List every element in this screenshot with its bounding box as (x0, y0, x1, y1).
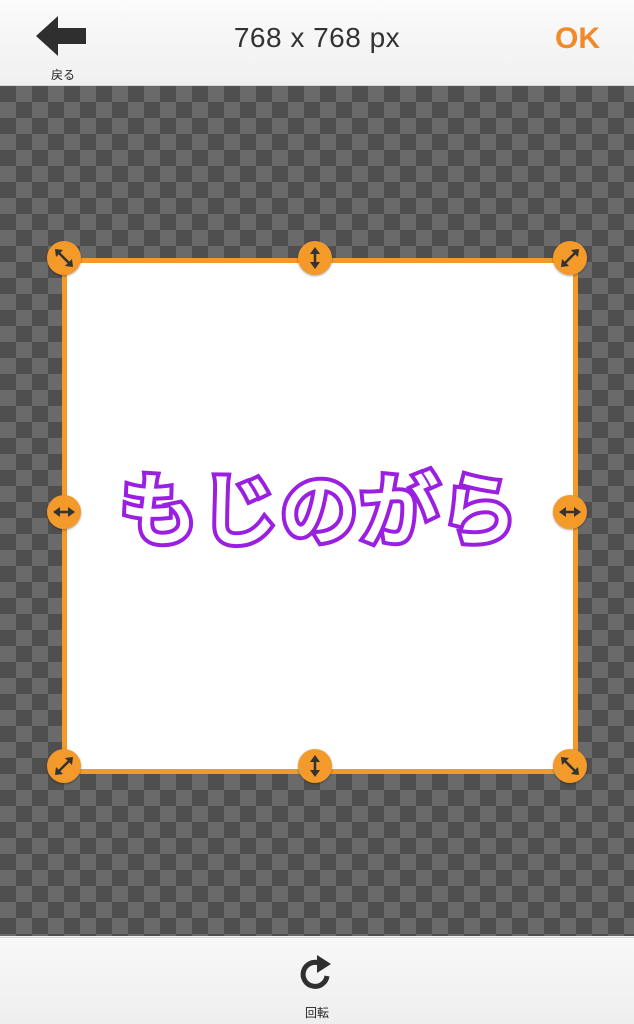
resize-handle-bottom-right[interactable] (553, 749, 587, 783)
rotate-clockwise-icon (300, 955, 331, 989)
resize-handle-bottom[interactable] (298, 749, 332, 783)
diagonal-resize-icon (561, 757, 579, 775)
rotate-button[interactable]: 回転 (283, 948, 351, 1022)
resize-handle-right[interactable] (553, 495, 587, 529)
resize-handle-top-right[interactable] (553, 241, 587, 275)
vertical-resize-icon (310, 755, 320, 777)
resize-handle-bottom-left[interactable] (47, 749, 81, 783)
crop-frame[interactable]: もじのがら (62, 258, 578, 774)
ok-button[interactable]: OK (555, 22, 600, 56)
rotate-label: 回転 (304, 1006, 329, 1020)
horizontal-resize-icon (53, 507, 75, 517)
diagonal-resize-icon (55, 757, 73, 775)
resize-handle-top[interactable] (298, 241, 332, 275)
top-navigation-bar: 戻る 768 x 768 px OK (0, 0, 634, 86)
transparent-canvas-area: もじのがら (0, 86, 634, 936)
sticker-text-image: もじのがら (116, 467, 522, 557)
vertical-resize-icon (310, 247, 320, 269)
diagonal-resize-icon (55, 249, 73, 267)
back-label: 戻る (50, 68, 75, 82)
resize-handle-left[interactable] (47, 495, 81, 529)
image-size-title: 768 x 768 px (233, 22, 401, 53)
horizontal-resize-icon (559, 507, 581, 517)
diagonal-resize-icon (561, 249, 579, 267)
bottom-toolbar: 回転 (0, 937, 634, 1024)
resize-handle-top-left[interactable] (47, 241, 81, 275)
image-crop-screen: 戻る 768 x 768 px OK もじのがら 回転 (0, 0, 634, 1024)
